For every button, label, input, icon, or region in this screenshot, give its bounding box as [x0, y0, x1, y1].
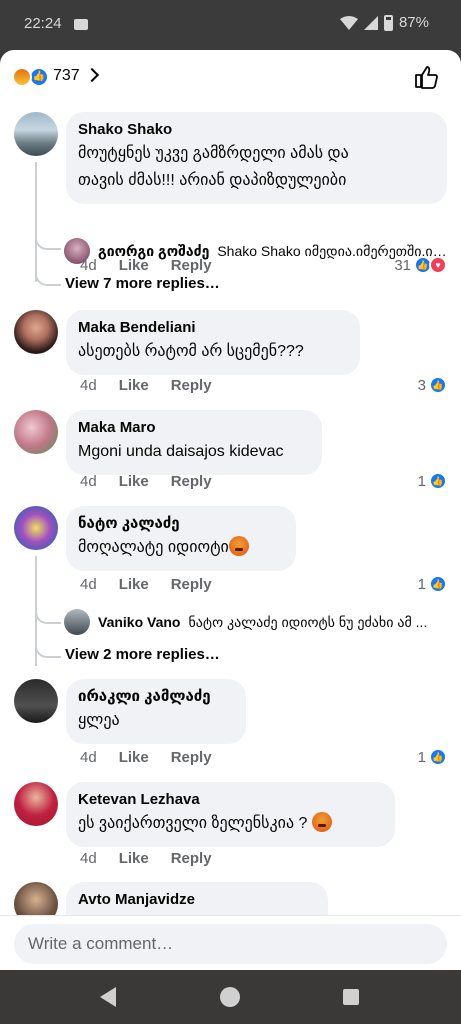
wifi-icon [339, 15, 358, 30]
battery-icon [383, 14, 393, 31]
reply-author[interactable]: Vaniko Vano [98, 614, 180, 630]
reaction-summary[interactable]: 1 👍 [418, 575, 447, 593]
comment-bubble[interactable]: Maka Bendeliani ასეთებს რატომ არ სცემენ?… [66, 310, 360, 375]
thread-connector [35, 634, 61, 658]
comment-actions: 4d Like Reply [80, 576, 212, 593]
reaction-count[interactable]: 737 [53, 67, 80, 85]
reply-text: ნატო კალაძე იდიოტს ნუ ეძახი ამ ... [188, 613, 428, 630]
status-indicators: 87% [339, 14, 429, 31]
comments-sheet: 👍 737 Shako Shako მოუტყნეს უკვე გამზრდელ… [0, 50, 461, 970]
avatar[interactable] [14, 112, 58, 156]
comment-actions: 4d Like Reply [80, 377, 212, 394]
comment-text: ასეთებს რატომ არ სცემენ??? [78, 343, 304, 360]
like-button[interactable]: Like [119, 749, 149, 766]
avatar[interactable] [14, 410, 58, 454]
home-icon[interactable] [220, 987, 240, 1007]
comment-text: ყლეა [78, 712, 120, 729]
like-button[interactable]: Like [119, 377, 149, 394]
reply-author[interactable]: გიორგი გოშაძე [98, 243, 209, 260]
comment-bubble[interactable]: Ketevan Lezhava ეს ვაიქართველი ზელენსკია… [66, 782, 395, 847]
comment-actions: 4d Like Reply [80, 473, 212, 490]
comment-text: მოღალატე იდიოტი [78, 534, 284, 561]
comment-time: 4d [80, 850, 97, 867]
reply-text: Shako Shako იმედია.იმერეთში.იყოს ... [217, 242, 449, 259]
reply-button[interactable]: Reply [171, 576, 212, 593]
comment-text: Mgoni unda daisajos kidevac [78, 443, 284, 460]
reaction-summary[interactable]: 1 👍 [418, 472, 447, 490]
recent-apps-icon[interactable] [343, 989, 359, 1005]
avatar[interactable] [64, 238, 90, 264]
message-notification-icon [74, 19, 88, 30]
comment-author[interactable]: Maka Bendeliani [78, 318, 348, 338]
comment-text: ეს ვაიქართველი ზელენსკია ? [78, 810, 383, 837]
comment-time: 4d [80, 749, 97, 766]
comment-bubble[interactable]: Maka Maro Mgoni unda daisajos kidevac [66, 410, 322, 475]
reply-button[interactable]: Reply [171, 377, 212, 394]
angry-reaction-icon[interactable] [12, 67, 32, 87]
reaction-count: 3 [417, 376, 426, 394]
angry-emoji-icon [228, 536, 249, 556]
comment-bubble[interactable]: ირაკლი კამლაძე ყლეა [66, 679, 246, 744]
comment-time: 4d [80, 377, 97, 394]
reply-button[interactable]: Reply [171, 473, 212, 490]
reaction-summary[interactable]: 1 👍 [418, 748, 447, 766]
comment-bubble[interactable]: ნატო კალაძე მოღალატე იდიოტი [66, 506, 296, 571]
battery-percent: 87% [398, 14, 429, 31]
avatar[interactable] [64, 609, 90, 635]
avatar[interactable] [14, 310, 58, 354]
comment-text: თავის ძმას!!! არიან დაპიზდულეიბი [78, 172, 347, 189]
like-reaction-icon: 👍 [429, 376, 447, 394]
comment-actions: 4d Like Reply [80, 749, 212, 766]
reaction-count: 1 [417, 748, 426, 766]
thread-connector [35, 262, 61, 286]
like-reaction-icon[interactable]: 👍 [29, 67, 49, 87]
avatar[interactable] [14, 782, 58, 826]
reply-preview[interactable]: Vaniko Vano ნატო კალაძე იდიოტს ნუ ეძახი … [64, 609, 449, 635]
comment-input[interactable]: Write a comment… [14, 924, 447, 964]
comment-text: მოუტყნეს უკვე გამზრდელი ამას და [78, 145, 349, 162]
comment-actions: 4d Like Reply [80, 850, 212, 867]
reaction-count: 1 [417, 472, 426, 490]
comment-time: 4d [80, 473, 97, 490]
avatar[interactable] [14, 679, 58, 723]
system-navigation-bar [0, 970, 461, 1024]
signal-icon [363, 15, 378, 30]
thread-connector [35, 230, 61, 250]
view-more-replies-link[interactable]: View 7 more replies… [65, 275, 220, 292]
reply-button[interactable]: Reply [171, 850, 212, 867]
status-bar: 22:24 87% [0, 0, 461, 50]
comment-author[interactable]: ირაკლი კამლაძე [78, 687, 234, 707]
comment-text-content: მოღალატე იდიოტი [78, 539, 229, 556]
like-reaction-icon: 👍 [429, 748, 447, 766]
like-button-icon[interactable] [413, 64, 439, 90]
thread-connector [35, 604, 61, 624]
avatar[interactable] [14, 506, 58, 550]
reaction-summary[interactable]: 3 👍 [418, 376, 447, 394]
comment-author[interactable]: Ketevan Lezhava [78, 790, 383, 810]
chevron-right-icon[interactable] [84, 67, 100, 83]
reply-button[interactable]: Reply [171, 749, 212, 766]
reaction-count: 1 [417, 575, 426, 593]
like-button[interactable]: Like [119, 850, 149, 867]
reply-preview[interactable]: გიორგი გოშაძე Shako Shako იმედია.იმერეთშ… [64, 238, 449, 264]
comment-time: 4d [80, 576, 97, 593]
angry-emoji-icon [311, 812, 332, 832]
status-time: 22:24 [24, 15, 62, 32]
comment-composer: Write a comment… [0, 915, 461, 970]
back-icon[interactable] [100, 987, 116, 1007]
view-more-replies-link[interactable]: View 2 more replies… [65, 646, 220, 663]
comment-author[interactable]: Maka Maro [78, 418, 310, 438]
comment-author[interactable]: Avto Manjavidze [78, 890, 316, 910]
like-reaction-icon: 👍 [429, 472, 447, 490]
comment-author[interactable]: ნატო კალაძე [78, 514, 284, 534]
like-button[interactable]: Like [119, 473, 149, 490]
comment-text-content: ეს ვაიქართველი ზელენსკია ? [78, 815, 308, 832]
reactions-header: 👍 737 [0, 50, 461, 104]
like-button[interactable]: Like [119, 576, 149, 593]
comment-author[interactable]: Shako Shako [78, 120, 435, 140]
comment-bubble[interactable]: Shako Shako მოუტყნეს უკვე გამზრდელი ამას… [66, 112, 447, 204]
like-reaction-icon: 👍 [429, 575, 447, 593]
